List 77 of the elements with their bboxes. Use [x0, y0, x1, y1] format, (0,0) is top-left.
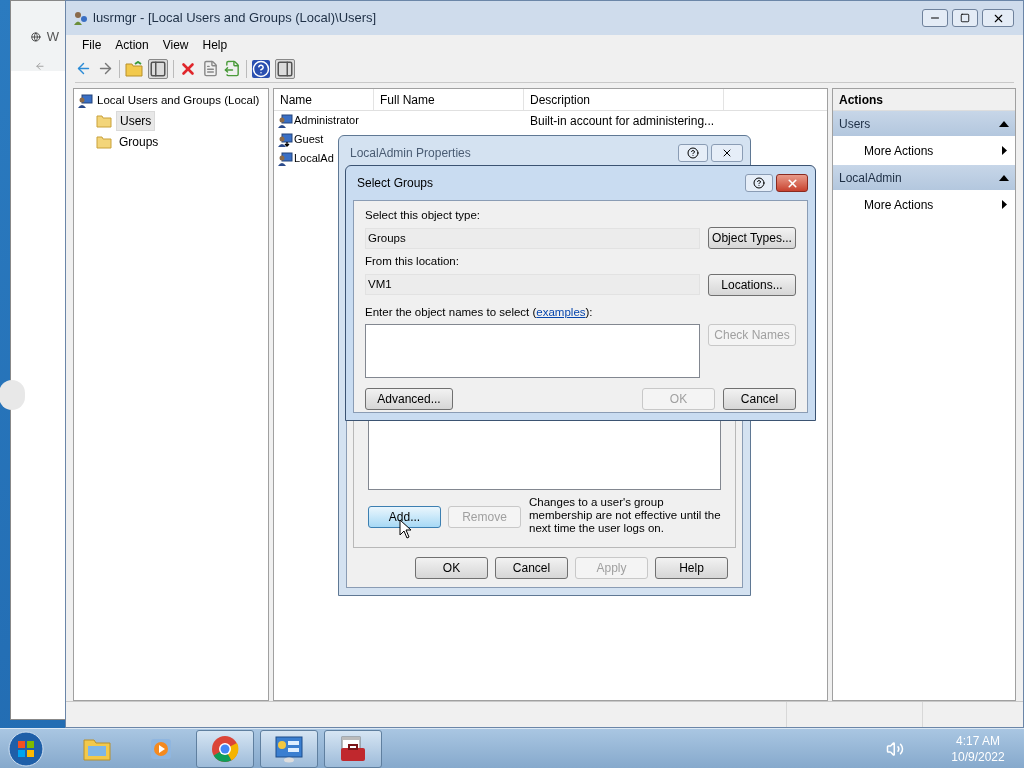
- mouse-cursor: [399, 519, 412, 539]
- tree-item[interactable]: Local Users and Groups (Local): [97, 92, 260, 110]
- volume-icon[interactable]: [886, 739, 904, 758]
- location-field: VM1: [365, 274, 700, 295]
- menu-item[interactable]: Action: [108, 36, 156, 54]
- dialog-button[interactable]: Cancel: [495, 557, 568, 579]
- column-header[interactable]: Description: [524, 89, 724, 110]
- menu-item[interactable]: Help: [195, 36, 235, 54]
- window-title: lusrmgr - [Local Users and Groups (Local)\Users]: [93, 9, 377, 28]
- start-button[interactable]: [6, 729, 46, 768]
- dialog-button[interactable]: Add...: [368, 506, 441, 528]
- folder-up-icon[interactable]: [125, 60, 143, 77]
- object-type-field: Groups: [365, 227, 700, 249]
- locations-button[interactable]: Locations...: [708, 273, 796, 296]
- help-icon: [753, 177, 765, 189]
- dialog-button[interactable]: OK: [415, 557, 488, 579]
- action-section-header[interactable]: Users: [833, 111, 1015, 136]
- menu-item[interactable]: View: [155, 36, 196, 54]
- export-icon[interactable]: [224, 60, 241, 77]
- help-icon[interactable]: [252, 59, 270, 78]
- user-icon: [277, 150, 293, 167]
- field-label: Select this object type:: [365, 208, 482, 223]
- action-item[interactable]: More Actions: [833, 136, 1015, 165]
- action-section-header[interactable]: LocalAdmin: [833, 165, 1015, 190]
- help-button[interactable]: [678, 144, 708, 162]
- disabled-user-icon: [277, 131, 293, 148]
- show-actions-icon[interactable]: [275, 58, 295, 79]
- action-item[interactable]: More Actions: [833, 190, 1015, 219]
- close-button[interactable]: [776, 174, 808, 192]
- tab-title: W: [46, 28, 59, 46]
- user-description: Built-in account for administering...: [529, 112, 715, 130]
- user-name[interactable]: LocalAd: [294, 150, 334, 167]
- user-icon: [277, 112, 293, 129]
- close-icon: [785, 176, 799, 190]
- scroll-handle[interactable]: [0, 380, 25, 410]
- close-button[interactable]: [982, 9, 1014, 27]
- field-label: From this location:: [365, 254, 460, 270]
- show-tree-icon[interactable]: [148, 58, 168, 79]
- close-icon: [721, 147, 733, 159]
- advanced-button[interactable]: Advanced...: [365, 387, 453, 410]
- collapse-icon[interactable]: [999, 174, 1009, 181]
- maximize-icon: [960, 13, 970, 23]
- folder-icon: [96, 135, 112, 150]
- menu-item[interactable]: File: [75, 36, 109, 54]
- maximize-button[interactable]: [952, 9, 978, 27]
- examples-link[interactable]: examples: [536, 305, 586, 318]
- help-icon: [687, 147, 699, 159]
- control-panel-icon[interactable]: [274, 734, 304, 763]
- app-icon: [73, 10, 89, 26]
- toolbox-icon[interactable]: [338, 734, 368, 763]
- submenu-arrow-icon: [1002, 146, 1007, 155]
- column-header[interactable]: Name: [274, 89, 374, 110]
- chrome-icon[interactable]: [211, 734, 239, 763]
- cancel-button[interactable]: Cancel: [723, 387, 796, 410]
- dialog-title: Select Groups: [357, 175, 435, 192]
- user-icon: [77, 92, 93, 109]
- minimize-button[interactable]: [922, 9, 948, 27]
- tree-item[interactable]: Groups: [116, 133, 162, 152]
- forward-icon[interactable]: [97, 60, 114, 77]
- dialog-button[interactable]: Help: [655, 557, 728, 579]
- collapse-icon[interactable]: [999, 120, 1009, 127]
- taskbar-button[interactable]: [324, 729, 382, 768]
- object-types-button[interactable]: Object Types...: [708, 227, 796, 250]
- field-label: Enter the object names to select (examples):: [365, 304, 594, 320]
- actions-title: Actions: [833, 89, 1015, 111]
- back-icon[interactable]: [75, 60, 92, 77]
- object-names-field[interactable]: [365, 323, 700, 378]
- help-button[interactable]: [745, 174, 773, 192]
- dialog-title: LocalAdmin Properties: [350, 145, 472, 162]
- submenu-arrow-icon: [1002, 200, 1007, 209]
- properties-icon[interactable]: [202, 60, 219, 77]
- column-header[interactable]: Full Name: [374, 89, 524, 110]
- membership-note: Changes to a user's group membership are not effective until the next time the user logs on.: [529, 496, 721, 535]
- taskbar-button[interactable]: [260, 729, 318, 768]
- folder-icon: [96, 114, 112, 129]
- user-name[interactable]: Administrator: [294, 112, 359, 129]
- tree-item[interactable]: Users: [116, 111, 156, 132]
